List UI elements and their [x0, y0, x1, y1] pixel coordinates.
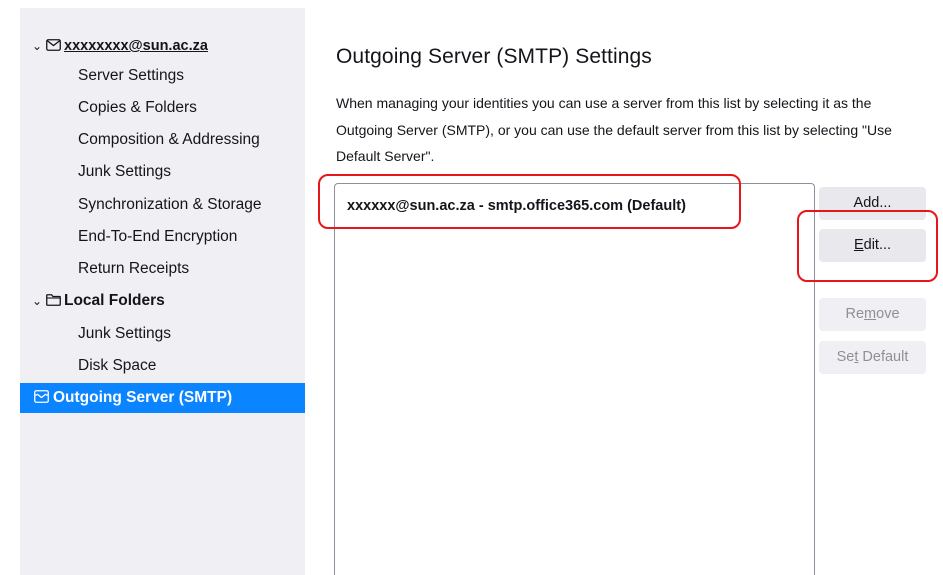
sidebar: ⌄ xxxxxxxx@sun.ac.za Server Settings Copi… — [20, 8, 305, 575]
sidebar-local-folders-label: Local Folders — [64, 292, 165, 309]
main-panel: Outgoing Server (SMTP) Settings When man… — [305, 0, 943, 575]
add-button-label-rest: ... — [879, 195, 892, 211]
sidebar-item-return-receipts[interactable]: Return Receipts — [20, 254, 305, 284]
set-default-button-label: Se — [836, 349, 855, 365]
mail-icon — [46, 32, 62, 62]
folder-icon — [46, 287, 62, 317]
set-default-button-label-rest: Default — [858, 349, 909, 365]
edit-button-accesskey: E — [853, 237, 864, 253]
sidebar-item-local-junk-settings[interactable]: Junk Settings — [20, 319, 305, 349]
sidebar-item-composition-addressing[interactable]: Composition & Addressing — [20, 125, 305, 155]
chevron-down-icon[interactable]: ⌄ — [32, 286, 46, 316]
sidebar-item-outgoing-server[interactable]: Outgoing Server (SMTP) — [20, 383, 305, 413]
sidebar-item-junk-settings[interactable]: Junk Settings — [20, 157, 305, 187]
remove-button-accesskey: m — [864, 306, 877, 322]
sidebar-account[interactable]: ⌄ xxxxxxxx@sun.ac.za — [20, 31, 305, 61]
edit-button[interactable]: Edit... — [819, 229, 926, 262]
add-button-label: Add — [853, 195, 880, 211]
server-list[interactable]: xxxxxx@sun.ac.za - smtp.office365.com (D… — [334, 183, 815, 575]
sidebar-item-disk-space[interactable]: Disk Space — [20, 351, 305, 381]
list-item[interactable]: xxxxxx@sun.ac.za - smtp.office365.com (D… — [347, 198, 686, 214]
page-title: Outgoing Server (SMTP) Settings — [336, 45, 652, 68]
add-button[interactable]: Add... — [819, 187, 926, 220]
sidebar-account-label: xxxxxxxx@sun.ac.za — [64, 38, 208, 54]
sidebar-item-server-settings[interactable]: Server Settings — [20, 61, 305, 91]
sidebar-item-outgoing-server-label: Outgoing Server (SMTP) — [53, 389, 233, 406]
edit-button-label-rest: dit... — [863, 237, 892, 253]
remove-button[interactable]: Remove — [819, 298, 926, 331]
remove-button-label-rest: ove — [876, 306, 900, 322]
remove-button-label: Re — [845, 306, 865, 322]
sidebar-item-copies-folders[interactable]: Copies & Folders — [20, 93, 305, 123]
sidebar-local-folders[interactable]: ⌄ Local Folders — [20, 286, 305, 316]
sidebar-item-end-to-end-encryption[interactable]: End-To-End Encryption — [20, 222, 305, 252]
outgoing-server-icon — [34, 384, 50, 414]
page-description: When managing your identities you can us… — [336, 95, 892, 164]
set-default-button[interactable]: Set Default — [819, 341, 926, 374]
chevron-down-icon[interactable]: ⌄ — [32, 31, 46, 61]
sidebar-item-synchronization-storage[interactable]: Synchronization & Storage — [20, 190, 305, 220]
